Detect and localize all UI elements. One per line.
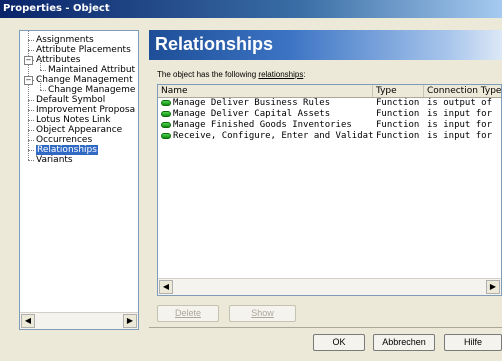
tree-item-label: Lotus Notes Link xyxy=(36,115,111,125)
tree-item-label: Change Manageme xyxy=(48,85,136,95)
window-title: Properties - Object xyxy=(0,0,502,18)
tree-connector xyxy=(40,70,46,71)
scroll-left-button[interactable]: ◀ xyxy=(21,314,35,328)
tree-item-relationships[interactable]: Relationships xyxy=(36,145,98,155)
tree-connector xyxy=(28,120,34,121)
function-icon xyxy=(161,122,171,128)
tree-item-label: Change Management xyxy=(36,75,133,85)
panel-title: Relationships xyxy=(155,34,274,54)
tree-collapse-icon[interactable]: − xyxy=(24,56,33,65)
table-row[interactable]: Receive, Configure, Enter and Validate .… xyxy=(158,131,501,142)
table-cell-type: Function xyxy=(376,109,420,119)
table-header: Name Type Connection Type xyxy=(158,85,501,98)
tree-guide-line xyxy=(40,79,41,90)
table-cell-connection: is input for xyxy=(427,131,493,141)
tree-item-label: Improvement Proposa xyxy=(36,105,136,115)
function-icon xyxy=(161,100,171,106)
tree-content: Assignments Attribute Placements − Attribut… xyxy=(20,31,138,313)
tree-item-label: Default Symbol xyxy=(36,95,106,105)
tree-connector xyxy=(28,40,34,41)
tree-item-label: Attribute Placements xyxy=(36,45,131,55)
tree-connector xyxy=(28,130,34,131)
panel-description: The object has the following relationshi… xyxy=(157,70,306,79)
arrow-right-icon: ▶ xyxy=(489,282,497,291)
arrow-right-icon: ▶ xyxy=(126,316,134,325)
tree-connector xyxy=(28,50,34,51)
tree-item-label: Object Appearance xyxy=(36,125,123,135)
tree-connector xyxy=(28,100,34,101)
scroll-right-button[interactable]: ▶ xyxy=(123,314,137,328)
tree-item-lotus-notes-link[interactable]: Lotus Notes Link xyxy=(36,115,110,125)
table-cell-type: Function xyxy=(376,98,420,108)
tree-item-improvement-proposa[interactable]: Improvement Proposa xyxy=(36,105,135,115)
ok-button[interactable]: OK xyxy=(313,334,365,351)
table-scroll-right-button[interactable]: ▶ xyxy=(486,280,500,294)
table-cell-type: Function xyxy=(376,131,420,141)
delete-button[interactable]: Delete xyxy=(157,305,219,322)
arrow-left-icon: ◀ xyxy=(162,282,170,291)
column-header-name[interactable]: Name xyxy=(158,85,373,97)
tree-item-attribute-placements[interactable]: Attribute Placements xyxy=(36,45,131,55)
tree-item-label: Maintained Attribut xyxy=(48,65,136,75)
table-horizontal-scrollbar[interactable]: ◀ ▶ xyxy=(158,278,501,295)
tree-item-change-manageme[interactable]: Change Manageme xyxy=(48,85,135,95)
column-header-type[interactable]: Type xyxy=(373,85,424,97)
tree-item-variants[interactable]: Variants xyxy=(36,155,73,165)
table-cell-type: Function xyxy=(376,120,420,130)
table-cell-name: Manage Finished Goods Inventories xyxy=(173,120,352,130)
table-row[interactable]: Manage Deliver Capital Assets Function is … xyxy=(158,109,501,120)
tree-item-label: Assignments xyxy=(36,35,94,45)
table-scroll-left-button[interactable]: ◀ xyxy=(159,280,173,294)
function-icon xyxy=(161,133,171,139)
tree-item-maintained-attribut[interactable]: Maintained Attribut xyxy=(48,65,135,75)
tree-item-label: Variants xyxy=(36,155,73,165)
panel-header: Relationships xyxy=(149,30,502,60)
table-cell-name: Manage Deliver Capital Assets xyxy=(173,109,331,119)
tree-item-object-appearance[interactable]: Object Appearance xyxy=(36,125,122,135)
tree-item-occurrences[interactable]: Occurrences xyxy=(36,135,92,145)
cancel-button[interactable]: Abbrechen xyxy=(373,334,435,351)
table-cell-connection: is input for xyxy=(427,109,493,119)
column-header-connection-type[interactable]: Connection Type xyxy=(424,85,501,97)
table-row[interactable]: Manage Deliver Business Rules Function is … xyxy=(158,98,501,109)
table-cell-name: Receive, Configure, Enter and Validate .… xyxy=(173,131,373,141)
tree-guide-line xyxy=(40,59,41,70)
tree-collapse-icon[interactable]: − xyxy=(24,76,33,85)
tree-connector xyxy=(28,160,34,161)
table-cell-connection: is input for xyxy=(427,120,493,130)
tree-connector xyxy=(40,90,46,91)
dialog-divider xyxy=(149,327,502,328)
tree-connector xyxy=(28,110,34,111)
table-cell-connection: is output of xyxy=(427,98,493,108)
tree-item-label: Attributes xyxy=(36,55,81,65)
property-tree[interactable]: Assignments Attribute Placements − Attribut… xyxy=(19,30,139,330)
tree-item-default-symbol[interactable]: Default Symbol xyxy=(36,95,105,105)
function-icon xyxy=(161,111,171,117)
tree-item-change-management[interactable]: Change Management xyxy=(36,75,133,85)
tree-connector xyxy=(28,150,34,151)
arrow-left-icon: ◀ xyxy=(24,316,32,325)
show-button[interactable]: Show xyxy=(229,305,296,322)
tree-horizontal-scrollbar[interactable]: ◀ ▶ xyxy=(20,312,138,329)
table-cell-name: Manage Deliver Business Rules xyxy=(173,98,331,108)
tree-item-attributes[interactable]: Attributes xyxy=(36,55,80,65)
help-button[interactable]: Hilfe xyxy=(444,334,502,351)
relationships-table[interactable]: Name Type Connection Type Manage Deliver… xyxy=(157,84,502,296)
table-row[interactable]: Manage Finished Goods Inventories Functio… xyxy=(158,120,501,131)
tree-item-assignments[interactable]: Assignments xyxy=(36,35,94,45)
tree-item-label: Occurrences xyxy=(36,135,93,145)
tree-item-label: Relationships xyxy=(36,145,98,155)
tree-connector xyxy=(28,140,34,141)
